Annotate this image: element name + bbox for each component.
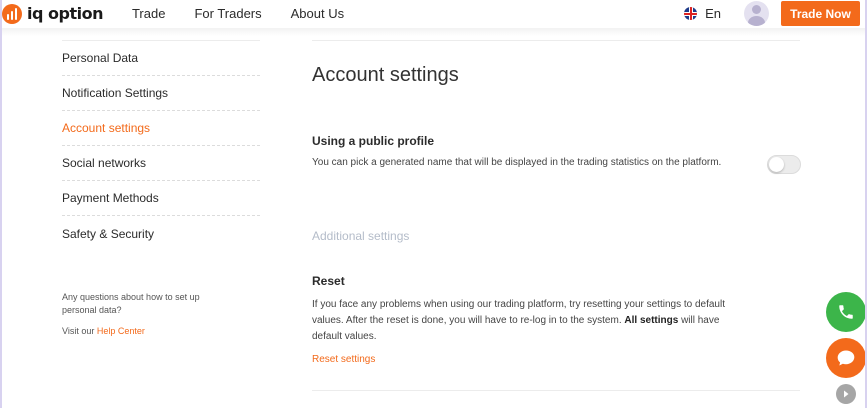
sidebar-item-personal-data[interactable]: Personal Data	[62, 41, 260, 76]
nav-about-us[interactable]: About Us	[291, 6, 344, 21]
sidebar-item-account-settings[interactable]: Account settings	[62, 111, 260, 146]
help-visit-line: Visit our Help Center	[62, 325, 222, 338]
top-header: iq option Trade For Traders About Us En …	[2, 0, 865, 27]
help-text: Any questions about how to set up person…	[62, 292, 200, 315]
language-label: En	[705, 6, 721, 21]
nav-for-traders[interactable]: For Traders	[194, 6, 261, 21]
settings-sidebar: Personal Data Notification Settings Acco…	[62, 41, 260, 251]
help-prefix: Visit our	[62, 326, 95, 336]
toggle-knob	[769, 157, 784, 172]
page-title: Account settings	[312, 64, 459, 86]
phone-icon	[839, 305, 853, 319]
brand-logo[interactable]: iq option	[2, 3, 103, 24]
reset-title: Reset	[312, 274, 345, 288]
main-nav: Trade For Traders About Us	[132, 6, 373, 21]
trade-now-button[interactable]: Trade Now	[781, 1, 860, 26]
more-button[interactable]	[836, 384, 856, 404]
sidebar-item-social-networks[interactable]: Social networks	[62, 146, 260, 181]
divider	[312, 390, 800, 391]
header-shadow	[2, 28, 865, 36]
avatar-icon[interactable]	[744, 1, 769, 26]
nav-trade[interactable]: Trade	[132, 6, 165, 21]
reset-settings-link[interactable]: Reset settings	[312, 354, 375, 365]
divider	[312, 40, 800, 41]
help-center-link[interactable]: Help Center	[97, 326, 145, 336]
header-right: En Trade Now	[684, 1, 865, 26]
page-frame: iq option Trade For Traders About Us En …	[0, 0, 867, 408]
brand-name: iq option	[27, 4, 103, 23]
logo-icon	[2, 3, 22, 24]
language-selector[interactable]: En	[684, 6, 721, 21]
reset-description-bold: All settings	[624, 315, 679, 326]
chat-button[interactable]	[826, 338, 865, 378]
sidebar-item-notification-settings[interactable]: Notification Settings	[62, 76, 260, 111]
uk-flag-icon	[684, 7, 698, 20]
sidebar-item-safety-security[interactable]: Safety & Security	[62, 216, 260, 251]
additional-settings-label[interactable]: Additional settings	[312, 229, 409, 243]
help-box: Any questions about how to set up person…	[62, 291, 222, 338]
call-button[interactable]	[826, 292, 865, 332]
chevron-right-icon	[844, 390, 849, 398]
public-profile-toggle[interactable]	[767, 155, 801, 174]
public-profile-title: Using a public profile	[312, 134, 435, 148]
reset-description: If you face any problems when using our …	[312, 297, 732, 345]
sidebar-item-payment-methods[interactable]: Payment Methods	[62, 181, 260, 216]
public-profile-description: You can pick a generated name that will …	[312, 157, 722, 168]
chat-icon	[837, 350, 855, 366]
